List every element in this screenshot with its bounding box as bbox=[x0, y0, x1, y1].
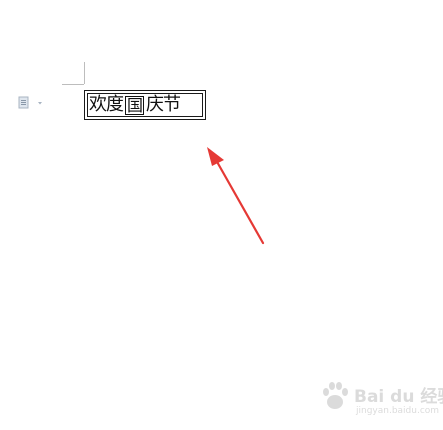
watermark-logo-text: Bai du 经验 bbox=[354, 387, 443, 407]
text-part-2-bordered: 国 bbox=[125, 95, 145, 115]
text-box[interactable]: 欢度 国 庆节 bbox=[84, 90, 206, 120]
margin-corner-horizontal bbox=[62, 84, 84, 85]
text-box-inner-border: 欢度 国 庆节 bbox=[87, 93, 203, 117]
baidu-paw-icon bbox=[323, 382, 348, 409]
watermark-url: jingyan.baidu.com bbox=[356, 406, 440, 416]
text-part-1: 欢度 bbox=[89, 94, 124, 115]
margin-corner-vertical bbox=[84, 62, 85, 84]
paste-options-icon[interactable] bbox=[18, 95, 46, 109]
document-page: 欢度 国 庆节 Bai du 经验 jingyan.baidu.com bbox=[0, 0, 443, 430]
red-arrow-icon bbox=[207, 147, 265, 245]
text-part-3: 庆节 bbox=[146, 94, 181, 115]
baidu-watermark: Bai du 经验 jingyan.baidu.com bbox=[318, 378, 443, 424]
